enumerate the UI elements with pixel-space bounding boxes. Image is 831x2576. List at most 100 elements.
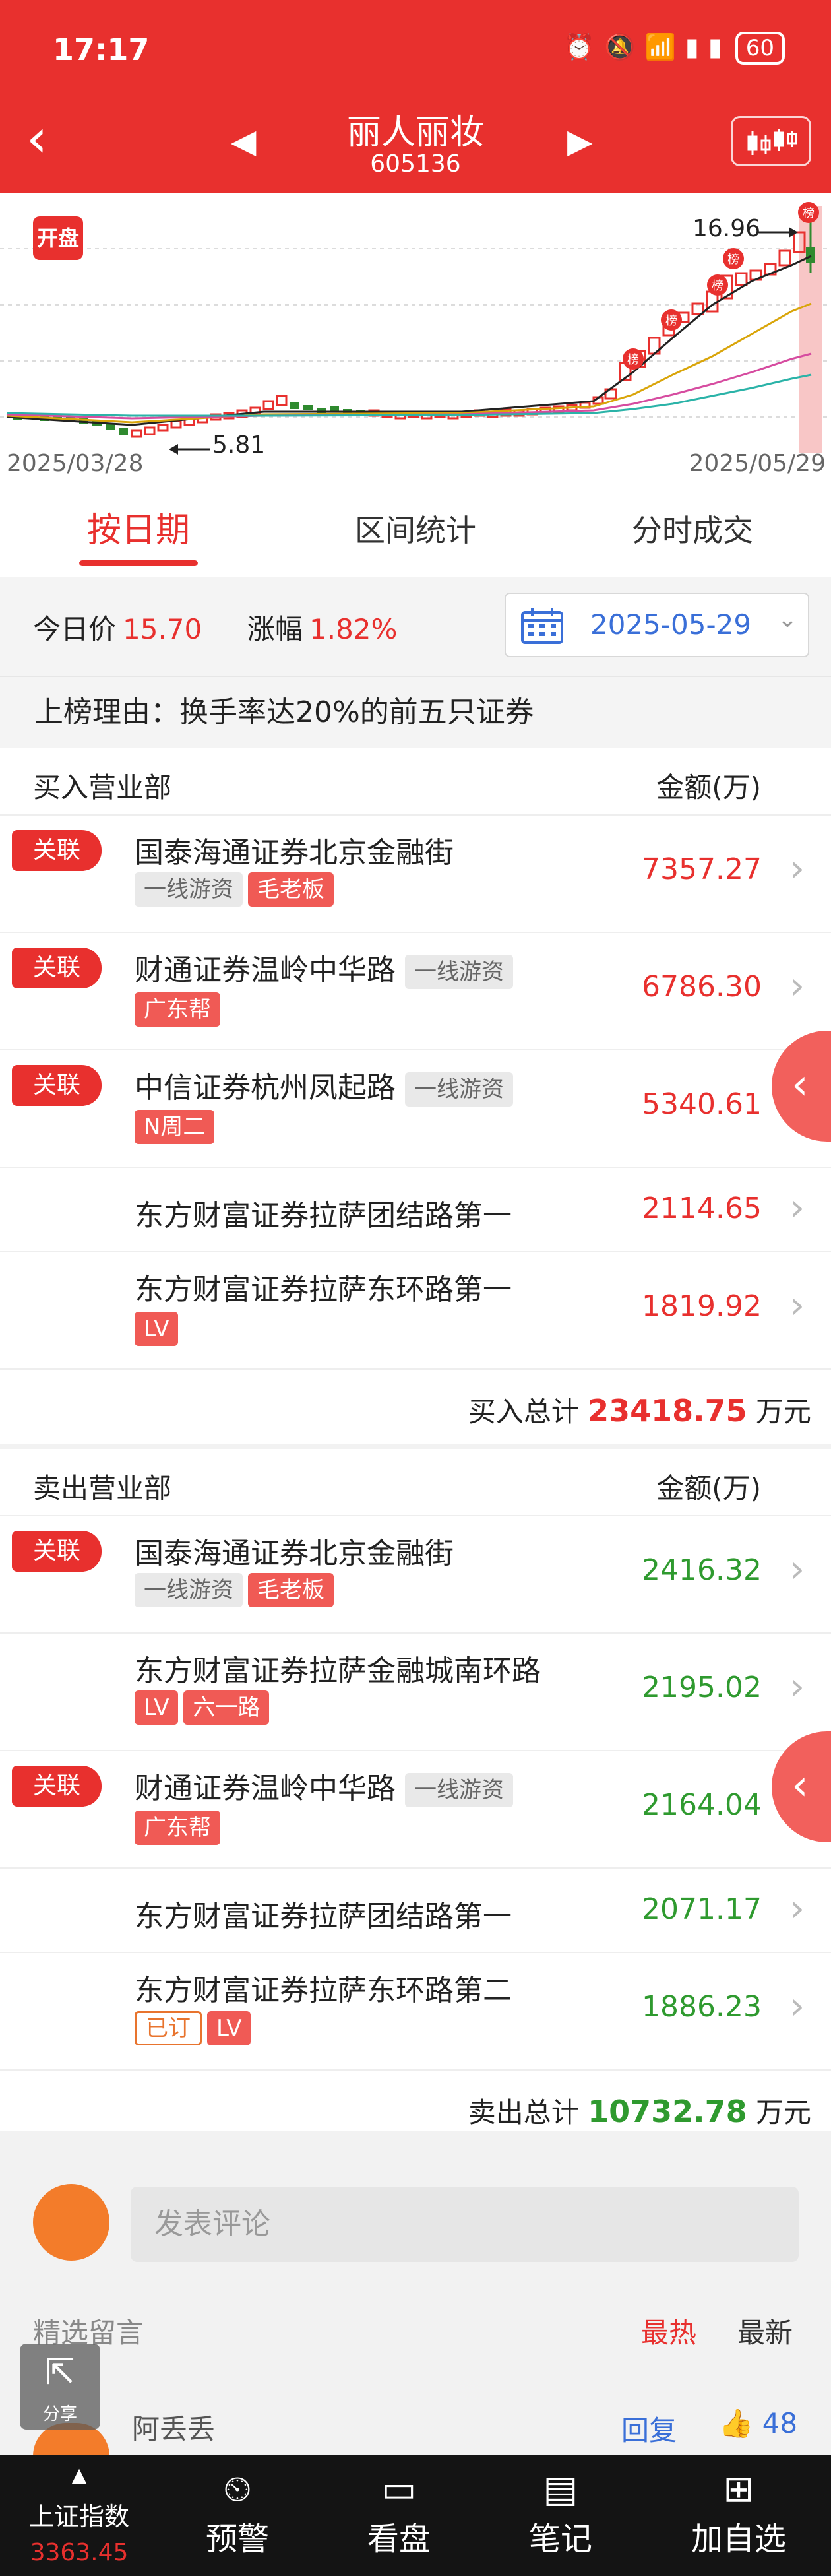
nav-market[interactable]: ▭ 看盘 bbox=[336, 2455, 462, 2576]
broker-tag: 一线游资 bbox=[405, 1773, 513, 1807]
bang-marker: 榜 bbox=[665, 314, 677, 328]
tab-bar: 按日期 区间统计 分时成交 bbox=[0, 486, 831, 577]
sell-row[interactable]: 东方财富证券拉萨团结路第一 2071.17 › bbox=[0, 1869, 831, 1953]
signal2-icon: ▮ bbox=[708, 32, 731, 61]
chevron-right-icon: › bbox=[789, 1548, 805, 1591]
broker-tag: 一线游资 bbox=[135, 1573, 243, 1607]
chevron-right-icon: › bbox=[789, 1186, 805, 1229]
buy-amount: 2114.65 bbox=[642, 1192, 762, 1225]
buy-row[interactable]: 关联 中信证券杭州凤起路一线游资 N周二 5340.61 › bbox=[0, 1050, 831, 1168]
date-picker[interactable]: 2025-05-29 ⌄ bbox=[505, 593, 809, 657]
bang-marker: 榜 bbox=[727, 253, 739, 267]
buy-total-label: 买入总计 bbox=[468, 1396, 579, 1428]
buy-row[interactable]: 关联 国泰海通证券北京金融街 一线游资 毛老板 7357.27 › bbox=[0, 816, 831, 933]
thumbs-up-icon: 👍 bbox=[719, 2407, 754, 2439]
sort-new-button[interactable]: 最新 bbox=[737, 2311, 793, 2351]
buy-amount: 7357.27 bbox=[642, 853, 762, 886]
comment-input[interactable]: 发表评论 bbox=[131, 2187, 799, 2262]
nav-notes[interactable]: ▤ 笔记 bbox=[501, 2455, 620, 2576]
price-bar: 今日价 15.70 涨幅 1.82% 2025-05-29 ⌄ bbox=[0, 577, 831, 676]
buy-header: 买入营业部 金额(万) bbox=[0, 748, 831, 816]
sell-row[interactable]: 东方财富证券拉萨东环路第二 已订 LV 1886.23 › bbox=[0, 1953, 831, 2071]
buy-amount: 1819.92 bbox=[642, 1289, 762, 1323]
open-badge: 开盘 bbox=[33, 216, 83, 260]
sort-hot-button[interactable]: 最热 bbox=[641, 2311, 696, 2351]
nav-alert[interactable]: ⏲ 预警 bbox=[178, 2455, 297, 2576]
broker-name: 东方财富证券拉萨东环路第二 bbox=[135, 1974, 512, 2007]
change-pct: 涨幅 1.82% bbox=[247, 607, 397, 647]
commenter-name[interactable]: 阿丢丢 bbox=[132, 2407, 215, 2447]
chevron-right-icon: › bbox=[789, 965, 805, 1008]
broker-tag: LV bbox=[207, 2011, 251, 2045]
tab-by-date[interactable]: 按日期 bbox=[0, 486, 277, 577]
broker-tag: 已订 bbox=[135, 2011, 202, 2045]
buy-row[interactable]: 东方财富证券拉萨东环路第一 LV 1819.92 › bbox=[0, 1252, 831, 1370]
today-price-label: 今日价 bbox=[33, 613, 117, 645]
broker-name: 东方财富证券拉萨金融城南环路 bbox=[135, 1654, 541, 1688]
next-stock-button[interactable]: ▶ bbox=[567, 122, 592, 160]
share-icon: ⇱ bbox=[45, 2351, 75, 2393]
share-button[interactable]: ⇱ 分享 bbox=[20, 2344, 100, 2430]
note-icon: ▤ bbox=[543, 2468, 578, 2511]
sell-amount-header: 金额(万) bbox=[656, 1472, 761, 1504]
candlestick-icon bbox=[747, 129, 797, 155]
listing-reason: 上榜理由：换手率达20%的前五只证券 bbox=[0, 676, 831, 748]
nav-watchlist[interactable]: ⊞ 加自选 bbox=[666, 2455, 811, 2576]
broker-name: 东方财富证券拉萨团结路第一 bbox=[135, 1199, 512, 1233]
today-price-value: 15.70 bbox=[123, 613, 202, 645]
stock-code: 605136 bbox=[370, 150, 461, 177]
buy-total-unit: 万元 bbox=[755, 1396, 811, 1428]
sell-row[interactable]: 东方财富证券拉萨金融城南环路 LV 六一路 2195.02 › bbox=[0, 1634, 831, 1751]
sell-title: 卖出营业部 bbox=[33, 1472, 172, 1504]
share-label: 分享 bbox=[42, 2404, 77, 2424]
nav-notes-label: 笔记 bbox=[528, 2521, 592, 2558]
related-badge[interactable]: 关联 bbox=[12, 830, 102, 871]
comments-section: 发表评论 精选留言 最热 最新 阿丢丢 回复 👍 48 bbox=[0, 2131, 831, 2455]
buy-amount-header: 金额(万) bbox=[656, 771, 761, 804]
status-time: 17:17 bbox=[53, 32, 150, 67]
index-value: 3363.45 bbox=[30, 2539, 129, 2566]
like-button[interactable]: 👍 48 bbox=[719, 2407, 797, 2440]
battery-indicator: 60 bbox=[735, 32, 785, 65]
buy-row[interactable]: 东方财富证券拉萨团结路第一 2114.65 › bbox=[0, 1168, 831, 1252]
nav-index[interactable]: ▲ 上证指数 3363.45 bbox=[0, 2455, 158, 2576]
related-badge[interactable]: 关联 bbox=[12, 1065, 102, 1106]
sell-amount: 2416.32 bbox=[642, 1553, 762, 1587]
reply-button[interactable]: 回复 bbox=[621, 2408, 677, 2449]
selected-date: 2025-05-29 bbox=[590, 608, 752, 641]
sell-row[interactable]: 关联 财通证券温岭中华路一线游资 广东帮 2164.04 › bbox=[0, 1751, 831, 1869]
broker-tag: 广东帮 bbox=[135, 992, 220, 1027]
kline-chart-button[interactable] bbox=[731, 116, 811, 166]
kline-chart[interactable]: 榜 榜 榜 榜 榜 开盘 5.81 16.96 2025/03/28 2025/… bbox=[0, 193, 831, 486]
broker-name: 东方财富证券拉萨团结路第一 bbox=[135, 1900, 512, 1933]
today-price: 今日价 15.70 bbox=[33, 607, 202, 647]
like-count: 48 bbox=[762, 2407, 798, 2439]
sell-row[interactable]: 关联 国泰海通证券北京金融街 一线游资 毛老板 2416.32 › bbox=[0, 1516, 831, 1634]
plus-square-icon: ⊞ bbox=[723, 2468, 754, 2511]
chevron-down-icon: ⌄ bbox=[777, 606, 797, 633]
buy-total: 买入总计 23418.75 万元 bbox=[0, 1370, 831, 1444]
tab-tick-trades[interactable]: 分时成交 bbox=[554, 486, 831, 577]
mute-icon: 🔕 bbox=[604, 32, 645, 61]
tab-range-stats[interactable]: 区间统计 bbox=[277, 486, 554, 577]
stock-name: 丽人丽妆 bbox=[346, 113, 484, 152]
chevron-right-icon: › bbox=[789, 1985, 805, 2028]
monitor-icon: ▭ bbox=[381, 2468, 417, 2511]
related-badge[interactable]: 关联 bbox=[12, 1531, 102, 1572]
buy-amount: 6786.30 bbox=[642, 970, 762, 1004]
bang-marker: 榜 bbox=[712, 279, 723, 293]
sell-amount: 2195.02 bbox=[642, 1671, 762, 1704]
sell-header: 卖出营业部 金额(万) bbox=[0, 1449, 831, 1516]
status-icons: ⏰🔕📶▮▮ 60 bbox=[564, 32, 785, 65]
broker-tag: LV bbox=[135, 1690, 179, 1725]
broker-tag: N周二 bbox=[135, 1110, 215, 1144]
buy-title: 买入营业部 bbox=[33, 771, 172, 804]
chart-start-date: 2025/03/28 bbox=[7, 450, 144, 477]
related-badge[interactable]: 关联 bbox=[12, 948, 102, 988]
up-arrow-icon: ▲ bbox=[71, 2464, 87, 2487]
buy-row[interactable]: 关联 财通证券温岭中华路 一线游资 广东帮 6786.30 › bbox=[0, 933, 831, 1050]
broker-name: 财通证券温岭中华路 bbox=[135, 953, 396, 987]
chevron-right-icon: › bbox=[789, 1665, 805, 1708]
related-badge[interactable]: 关联 bbox=[12, 1766, 102, 1807]
broker-tag: 一线游资 bbox=[405, 1072, 513, 1107]
